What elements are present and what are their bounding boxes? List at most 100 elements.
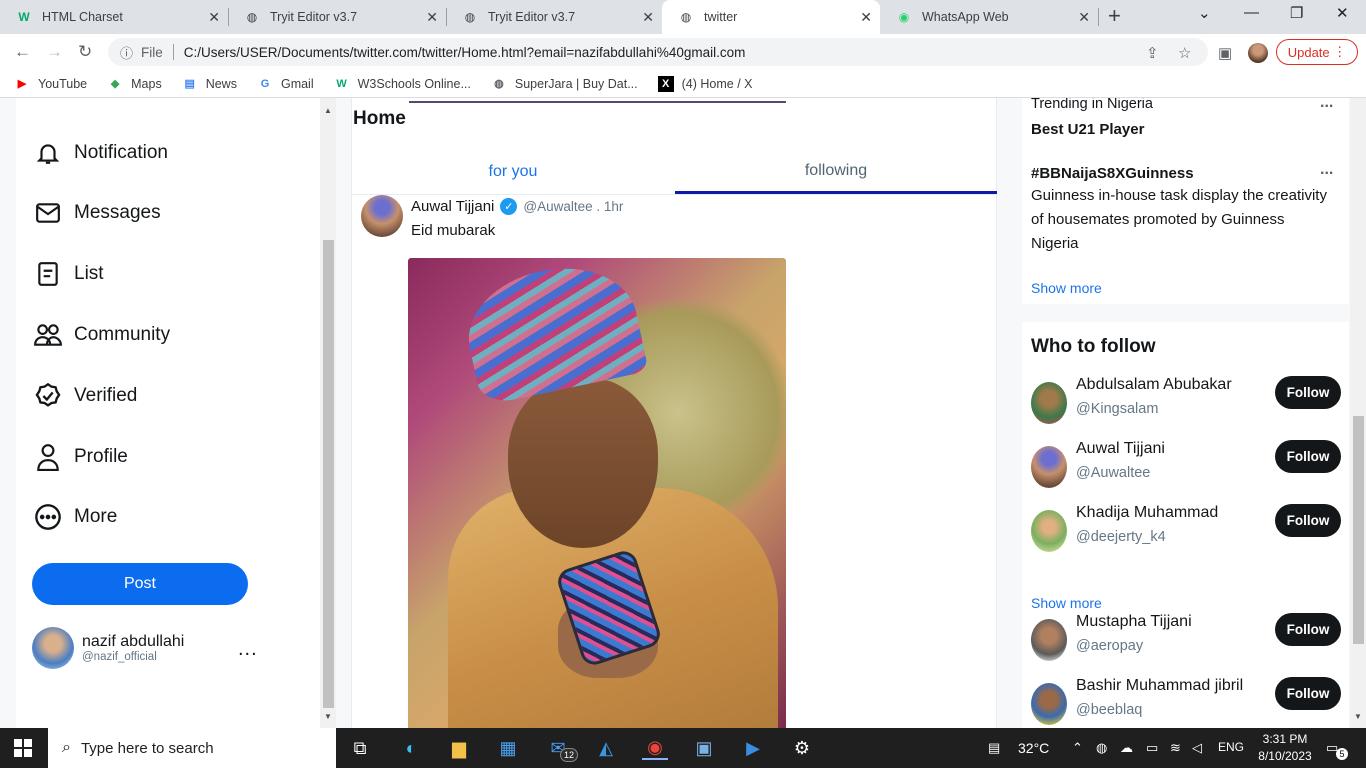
bookmark-w3schools[interactable]: W W3Schools Online... bbox=[334, 76, 470, 92]
follow-button[interactable]: Follow bbox=[1275, 376, 1341, 409]
video-editor-icon[interactable]: ▶ bbox=[740, 736, 766, 760]
update-button[interactable]: Update ⋮ bbox=[1276, 39, 1358, 65]
bookmark-superjara[interactable]: ◍ SuperJara | Buy Dat... bbox=[491, 76, 638, 92]
bookmark-gmail[interactable]: G Gmail bbox=[257, 76, 314, 92]
file-explorer-icon[interactable]: ▆ bbox=[446, 736, 472, 760]
network-globe-icon[interactable]: ◍ bbox=[1096, 740, 1107, 756]
follow-button[interactable]: Follow bbox=[1275, 504, 1341, 537]
browser-tab-html-charset[interactable]: W HTML Charset ✕ bbox=[0, 0, 228, 34]
follow-button[interactable]: Follow bbox=[1275, 677, 1341, 710]
settings-gear-icon[interactable]: ⚙ bbox=[789, 736, 815, 760]
task-view-icon[interactable]: ⧉ bbox=[347, 736, 373, 760]
scrollbar-thumb[interactable] bbox=[323, 240, 334, 708]
trend-title[interactable]: #BBNaijaS8XGuinness bbox=[1031, 165, 1194, 182]
scrollbar-thumb[interactable] bbox=[1353, 416, 1364, 644]
edge-icon[interactable]: ◐ bbox=[398, 736, 424, 760]
post-button[interactable]: Post bbox=[32, 563, 248, 605]
suggestion-name[interactable]: Bashir Muhammad jibril bbox=[1076, 677, 1243, 695]
chrome-icon[interactable]: ◉ bbox=[642, 736, 668, 760]
chevron-up-icon[interactable]: ⌃ bbox=[1072, 740, 1083, 756]
show-more-link[interactable]: Show more bbox=[1031, 280, 1102, 296]
close-icon[interactable]: ✕ bbox=[642, 9, 654, 26]
sidebar-item-list[interactable]: List bbox=[32, 254, 104, 294]
minimize-button[interactable]: — bbox=[1244, 4, 1259, 21]
info-icon[interactable]: ⓘ bbox=[120, 43, 133, 62]
weather-icon[interactable]: ▤ bbox=[988, 740, 1000, 756]
sidebar-item-messages[interactable]: Messages bbox=[32, 193, 161, 233]
close-icon[interactable]: ✕ bbox=[1078, 9, 1090, 26]
bookmark-news[interactable]: ▤ News bbox=[182, 76, 237, 92]
avatar[interactable] bbox=[1031, 683, 1067, 725]
new-tab-button[interactable]: + bbox=[1108, 3, 1121, 29]
close-icon[interactable]: ✕ bbox=[860, 9, 872, 26]
account-menu-icon[interactable]: ... bbox=[238, 638, 258, 661]
suggestion-name[interactable]: Auwal Tijjani bbox=[1076, 440, 1165, 458]
left-scrollbar[interactable]: ▲ ▼ bbox=[320, 98, 336, 728]
url-text[interactable]: C:/Users/USER/Documents/twitter.com/twit… bbox=[184, 45, 746, 60]
vscode-icon[interactable]: ◭ bbox=[593, 736, 619, 760]
close-icon[interactable]: ✕ bbox=[426, 9, 438, 26]
scroll-down-arrow-icon[interactable]: ▼ bbox=[1354, 712, 1362, 721]
profile-avatar[interactable] bbox=[1248, 43, 1268, 63]
more-icon[interactable]: ... bbox=[1320, 98, 1333, 112]
system-clock[interactable]: 3:31 PM 8/10/2023 bbox=[1252, 731, 1318, 765]
browser-tab-twitter[interactable]: ◍ twitter ✕ bbox=[662, 0, 880, 34]
follow-button[interactable]: Follow bbox=[1275, 613, 1341, 646]
battery-icon[interactable]: ▭ bbox=[1146, 740, 1158, 756]
taskbar-search[interactable]: ⌕ Type here to search bbox=[48, 728, 336, 768]
avatar[interactable] bbox=[1031, 619, 1067, 661]
suggestion-name[interactable]: Khadija Muhammad bbox=[1076, 504, 1218, 522]
tab-following[interactable]: following bbox=[675, 150, 997, 194]
tweet-author-name[interactable]: Auwal Tijjani bbox=[411, 198, 494, 215]
browser-tab-whatsapp[interactable]: ◉ WhatsApp Web ✕ bbox=[880, 0, 1098, 34]
volume-icon[interactable]: ◁ bbox=[1192, 740, 1202, 756]
follow-button[interactable]: Follow bbox=[1275, 440, 1341, 473]
more-icon[interactable]: ... bbox=[1320, 161, 1333, 179]
close-icon[interactable]: ✕ bbox=[208, 9, 220, 26]
sidebar-item-label: Community bbox=[74, 324, 171, 345]
browser-tab-tryit-1[interactable]: ◍ Tryit Editor v3.7 ✕ bbox=[228, 0, 446, 34]
scroll-up-arrow-icon[interactable]: ▲ bbox=[324, 106, 332, 115]
weather-temp[interactable]: 32°C bbox=[1018, 740, 1049, 756]
forward-button[interactable]: → bbox=[46, 42, 63, 62]
avatar[interactable] bbox=[1031, 510, 1067, 552]
onedrive-icon[interactable]: ☁ bbox=[1120, 740, 1133, 756]
tab-for-you[interactable]: for you bbox=[352, 150, 674, 194]
tab-search-icon[interactable]: ⌄ bbox=[1198, 4, 1211, 22]
show-more-link[interactable]: Show more bbox=[1031, 595, 1102, 611]
close-window-button[interactable]: ✕ bbox=[1336, 4, 1349, 22]
side-panel-icon[interactable]: ▣ bbox=[1218, 44, 1232, 62]
store-icon[interactable]: ▦ bbox=[495, 736, 521, 760]
restore-button[interactable]: ❐ bbox=[1290, 4, 1303, 22]
sidebar-item-notification[interactable]: Notification bbox=[32, 133, 168, 173]
tweet-author-handle[interactable]: @Auwaltee . 1hr bbox=[523, 199, 623, 214]
suggestion-name[interactable]: Mustapha Tijjani bbox=[1076, 613, 1192, 631]
tweet-author-avatar[interactable] bbox=[361, 195, 403, 237]
avatar[interactable] bbox=[1031, 446, 1067, 488]
suggestion-name[interactable]: Abdulsalam Abubakar bbox=[1076, 376, 1232, 394]
scroll-down-arrow-icon[interactable]: ▼ bbox=[324, 712, 332, 721]
bookmark-star-icon[interactable]: ☆ bbox=[1178, 44, 1191, 62]
account-switcher[interactable]: nazif abdullahi @nazif_official bbox=[32, 627, 184, 669]
language-indicator[interactable]: ENG bbox=[1218, 740, 1244, 754]
sidebar-item-community[interactable]: Community bbox=[32, 315, 170, 355]
windows-start-icon[interactable] bbox=[14, 739, 32, 757]
address-bar[interactable]: ⓘ File C:/Users/USER/Documents/twitter.c… bbox=[108, 38, 1208, 66]
reload-button[interactable]: ↻ bbox=[78, 42, 92, 62]
sidebar-item-profile[interactable]: Profile bbox=[32, 437, 128, 477]
photos-icon[interactable]: ▣ bbox=[691, 736, 717, 760]
share-icon[interactable]: ⇪ bbox=[1146, 44, 1159, 62]
bookmark-x-home[interactable]: X (4) Home / X bbox=[657, 75, 752, 92]
bookmark-maps[interactable]: ◆ Maps bbox=[107, 76, 162, 92]
trend-title[interactable]: Best U21 Player bbox=[1031, 121, 1144, 138]
tweet-photo[interactable] bbox=[408, 258, 786, 728]
avatar[interactable] bbox=[1031, 382, 1067, 424]
back-button[interactable]: ← bbox=[14, 42, 31, 62]
right-scrollbar[interactable]: ▼ bbox=[1350, 98, 1366, 728]
sidebar-item-more[interactable]: More bbox=[32, 497, 117, 537]
browser-tab-tryit-2[interactable]: ◍ Tryit Editor v3.7 ✕ bbox=[446, 0, 662, 34]
bookmark-youtube[interactable]: ▶ YouTube bbox=[14, 76, 87, 92]
wifi-icon[interactable]: ≋ bbox=[1170, 740, 1181, 756]
trend-meta: Trending in Nigeria bbox=[1031, 98, 1153, 112]
sidebar-item-verified[interactable]: Verified bbox=[32, 376, 137, 416]
